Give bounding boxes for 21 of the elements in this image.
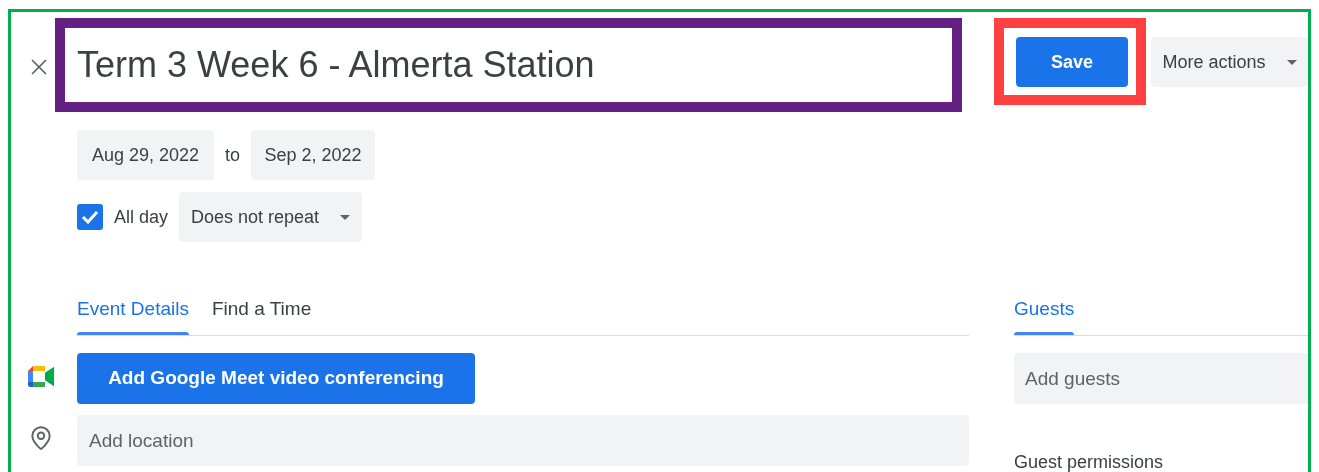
date-separator: to xyxy=(225,143,240,167)
all-day-label: All day xyxy=(114,205,169,229)
end-date-field[interactable]: Sep 2, 2022 xyxy=(251,130,375,180)
caret-icon xyxy=(340,214,351,220)
tab[interactable]: Event Details xyxy=(77,284,189,335)
check-icon xyxy=(81,210,99,224)
save-button[interactable]: Save xyxy=(1015,37,1128,87)
add-google-meet-button[interactable]: Add Google Meet video conferencing xyxy=(77,353,475,404)
add-guests-field[interactable]: Add guests xyxy=(1014,353,1308,404)
guest-permissions-heading: Guest permissions xyxy=(1014,451,1165,472)
checkbox[interactable] xyxy=(77,204,103,230)
location-field[interactable]: Add location xyxy=(77,415,969,466)
more-actions-dropdown[interactable]: More actions xyxy=(1151,37,1308,87)
caret-icon xyxy=(1287,59,1297,65)
title-field[interactable]: Term 3 Week 6 - Almerta Station xyxy=(55,18,962,112)
video-camera-icon xyxy=(28,366,54,387)
tab[interactable]: Guests xyxy=(1014,284,1075,335)
tab[interactable]: Find a Time xyxy=(211,284,312,335)
start-date-field[interactable]: Aug 29, 2022 xyxy=(77,130,214,180)
repeat-dropdown[interactable]: Does not repeat xyxy=(179,192,363,242)
location-pin-icon xyxy=(28,425,54,451)
